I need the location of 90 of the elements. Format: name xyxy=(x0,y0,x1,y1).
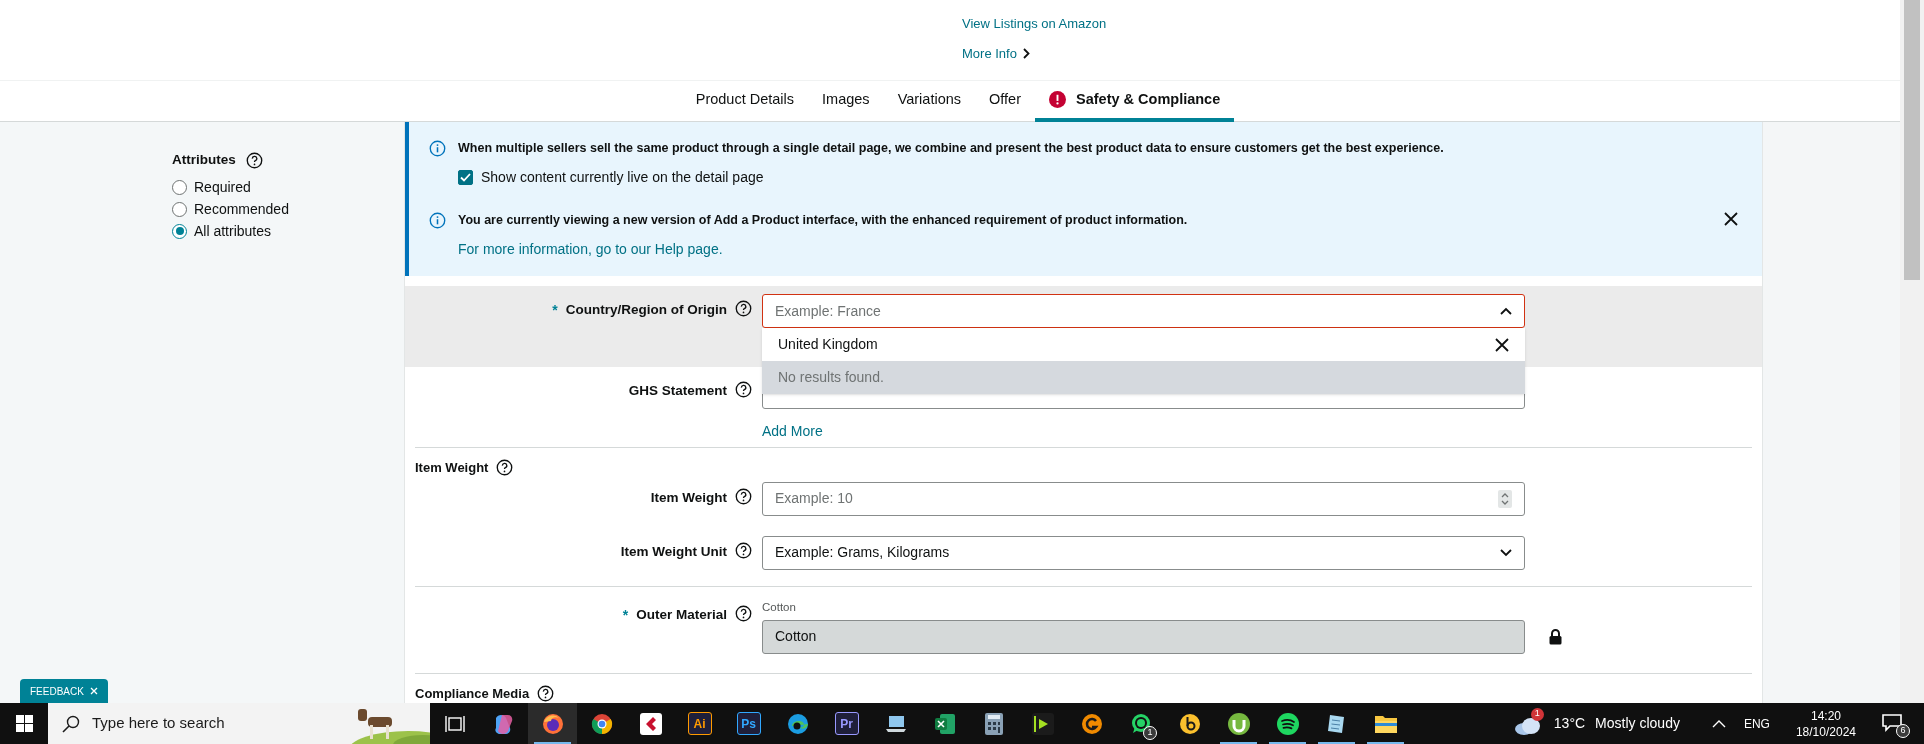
task-view-icon[interactable] xyxy=(444,713,465,734)
spreadsheet-icon[interactable] xyxy=(932,711,957,736)
info-icon xyxy=(429,212,446,229)
tab[interactable]: Product Details xyxy=(681,81,809,122)
help-icon[interactable] xyxy=(735,300,752,317)
dropdown-option[interactable]: United Kingdom xyxy=(762,328,1525,361)
count-badge: 1 xyxy=(1143,726,1157,740)
field-label: Item Weight Unit xyxy=(620,542,727,561)
help-icon[interactable] xyxy=(496,459,514,477)
tab[interactable]: Offer xyxy=(975,81,1035,122)
number-field[interactable]: Example: 10 xyxy=(762,481,1525,516)
app-letter-icon[interactable]: Ps xyxy=(736,712,761,735)
notification-icon[interactable] xyxy=(1882,713,1902,732)
required-mark: * xyxy=(552,301,558,320)
caret-icon[interactable] xyxy=(1500,548,1512,557)
help-icon[interactable] xyxy=(735,541,752,559)
torrent-icon[interactable] xyxy=(1226,711,1251,736)
radio-option[interactable]: Required xyxy=(172,176,404,199)
field-label: Item Weight xyxy=(650,488,727,507)
field-label: GHS Statement xyxy=(628,382,727,400)
app-letter-icon[interactable]: Ai xyxy=(687,712,712,735)
help-icon[interactable] xyxy=(735,487,752,505)
lock-icon xyxy=(1549,628,1562,645)
taskbar-button[interactable]: 1 xyxy=(1116,703,1165,744)
notice-text: You are currently viewing a new version of Add a Product interface, with the enhanced requirement of product information. xyxy=(458,212,1189,229)
taskbar-button[interactable]: Ai xyxy=(675,703,724,744)
clock[interactable]: 14:20 18/10/2024 xyxy=(1795,707,1856,740)
info-icon xyxy=(429,140,446,157)
wave-icon[interactable] xyxy=(785,711,810,736)
tab[interactable]: Variations xyxy=(883,81,976,122)
notification-count: 6 xyxy=(1896,723,1910,738)
help-link[interactable]: For more information, go to our Help page. xyxy=(458,239,723,260)
taskbar-button[interactable]: Pr xyxy=(822,703,871,744)
taskbar-button[interactable]: Ps xyxy=(724,703,773,744)
radio-option[interactable]: Recommended xyxy=(172,198,404,221)
field-label: Outer Material xyxy=(636,605,727,624)
material-field: Cotton xyxy=(762,619,1525,654)
feedback-tab[interactable]: FEEDBACK xyxy=(20,679,108,703)
weather-badge: 1 xyxy=(1530,707,1544,721)
required-mark: * xyxy=(622,605,629,625)
field-caption: Cotton xyxy=(762,599,797,615)
section-title: Item Weight xyxy=(415,459,489,477)
field-label: Country/Region of Origin xyxy=(565,301,727,319)
caret-icon[interactable] xyxy=(1500,307,1512,315)
sidebar-title: Attributes xyxy=(172,151,236,169)
chevron-up-icon[interactable] xyxy=(1711,719,1726,728)
fox-globe-icon[interactable] xyxy=(540,711,565,736)
weather-condition[interactable]: Mostly cloudy xyxy=(1595,713,1680,734)
spotify-icon[interactable] xyxy=(1275,711,1300,736)
header-link[interactable]: More Info xyxy=(962,43,1900,63)
music-icon[interactable] xyxy=(1177,711,1202,736)
chrome-icon[interactable] xyxy=(589,711,614,736)
add-more-link[interactable]: Add More xyxy=(762,421,823,442)
running-indicator xyxy=(534,742,571,744)
radio-option[interactable]: All attributes xyxy=(172,220,404,243)
unit-select[interactable]: Example: Grams, Kilograms xyxy=(762,535,1525,570)
help-icon[interactable] xyxy=(735,604,752,622)
search-icon xyxy=(62,714,80,733)
help-icon[interactable] xyxy=(245,151,263,169)
app-icon[interactable] xyxy=(638,711,663,736)
calculator-icon[interactable] xyxy=(983,711,1004,736)
taskbar-button[interactable] xyxy=(528,703,577,744)
stepper-icon[interactable] xyxy=(1498,489,1512,508)
language-indicator[interactable]: ENG xyxy=(1743,714,1770,733)
temperature[interactable]: 13°C xyxy=(1553,713,1586,734)
help-icon[interactable] xyxy=(735,381,752,398)
close-icon[interactable] xyxy=(1724,212,1738,226)
cloud-icon[interactable] xyxy=(1513,715,1542,736)
help-icon[interactable] xyxy=(537,684,555,702)
radio-button[interactable] xyxy=(172,179,187,195)
country-field[interactable]: Example: France xyxy=(762,294,1525,328)
app-letter-icon[interactable]: Pr xyxy=(834,712,859,735)
play-icon[interactable] xyxy=(1030,711,1055,736)
no-results-message: No results found. xyxy=(762,361,1525,394)
header-link[interactable]: View Listings on Amazon xyxy=(962,14,1900,34)
tab[interactable]: Images xyxy=(808,81,884,122)
section-title: Compliance Media xyxy=(415,684,530,703)
scrollbar[interactable] xyxy=(1900,0,1924,703)
running-indicator xyxy=(1269,742,1306,744)
checkbox-label: Show content currently live on the detail page xyxy=(481,168,764,187)
windows-icon xyxy=(15,715,33,732)
search-box[interactable]: Type here to search xyxy=(48,703,338,744)
notice-text: When multiple sellers sell the same product through a single detail page, we combine and present the best product data to ensure customers get the best experience. xyxy=(458,140,1445,157)
running-indicator xyxy=(1318,742,1355,744)
radio-button[interactable] xyxy=(172,201,187,217)
running-indicator xyxy=(1367,742,1404,744)
checkbox[interactable] xyxy=(458,170,473,185)
clear-icon[interactable] xyxy=(1495,337,1509,352)
running-indicator xyxy=(1220,742,1257,744)
radio-button[interactable] xyxy=(172,223,187,239)
